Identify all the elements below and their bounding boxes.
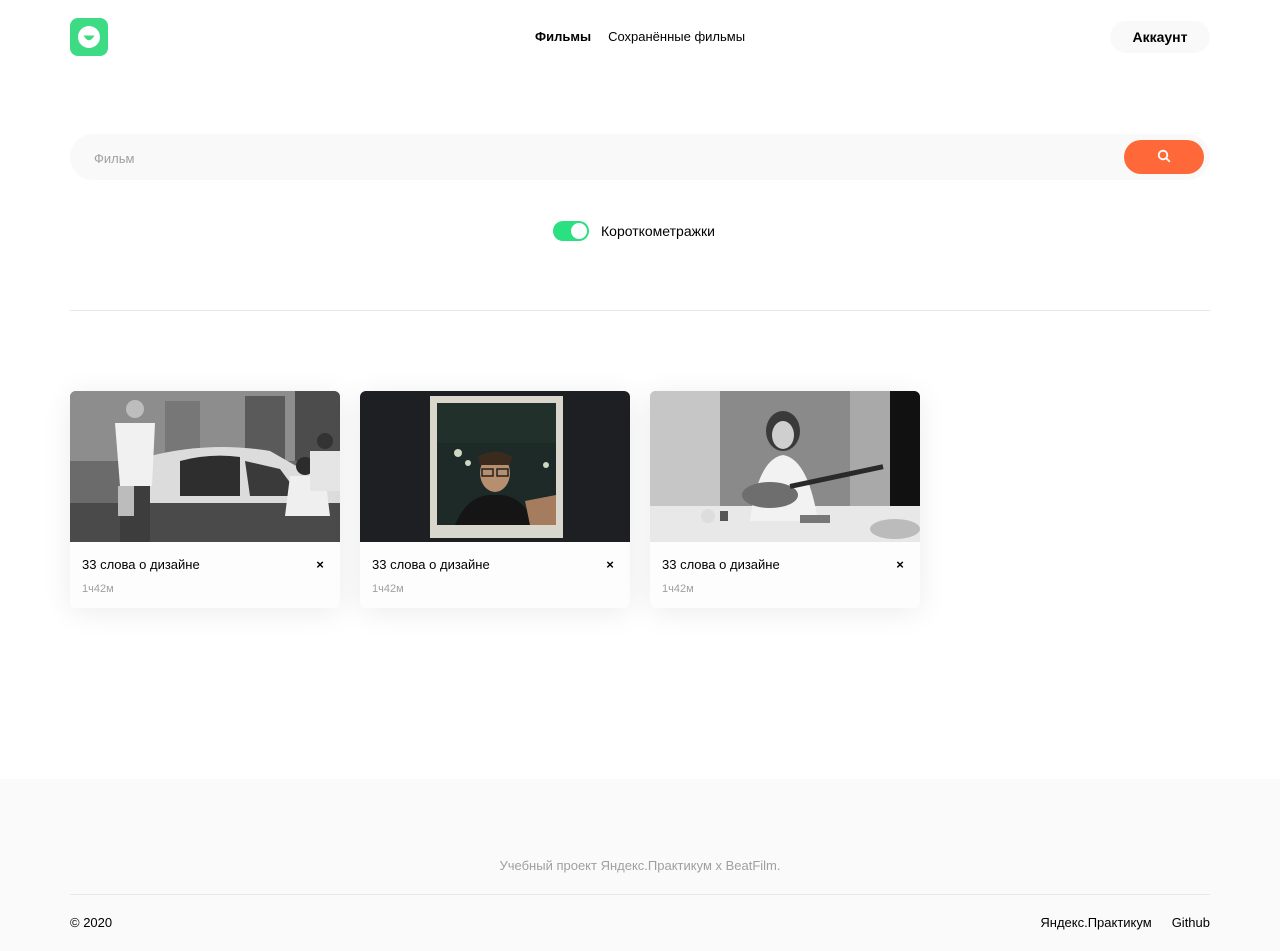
- movie-duration: 1ч42м: [82, 583, 114, 595]
- footer-link-yandex-practicum[interactable]: Яндекс.Практикум: [1040, 915, 1151, 931]
- smile-logo-icon[interactable]: [70, 18, 108, 56]
- remove-movie-button[interactable]: ×: [893, 556, 907, 574]
- movie-card[interactable]: 33 слова о дизайне × 1ч42м: [70, 391, 340, 608]
- movie-thumbnail: [70, 391, 340, 542]
- search-divider: [70, 310, 1210, 311]
- movie-card[interactable]: 33 слова о дизайне × 1ч42м: [360, 391, 630, 608]
- site-footer: Учебный проект Яндекс.Практикум х BeatFi…: [0, 779, 1280, 951]
- site-header: Фильмы Сохранённые фильмы Аккаунт: [0, 0, 1280, 74]
- movie-title: 33 слова о дизайне: [662, 557, 780, 572]
- movie-title: 33 слова о дизайне: [82, 557, 200, 572]
- nav-link-movies[interactable]: Фильмы: [535, 28, 591, 46]
- remove-movie-button[interactable]: ×: [603, 556, 617, 574]
- main-nav: Фильмы Сохранённые фильмы: [535, 28, 745, 46]
- movie-thumbnail: [360, 391, 630, 542]
- footer-copyright: © 2020: [70, 915, 113, 930]
- search-icon: [1157, 149, 1171, 166]
- footer-link-github[interactable]: Github: [1172, 915, 1210, 931]
- short-films-label: Короткометражки: [601, 223, 715, 239]
- movie-duration: 1ч42м: [372, 583, 404, 595]
- movie-duration: 1ч42м: [662, 583, 694, 595]
- short-films-toggle[interactable]: [553, 221, 589, 241]
- remove-movie-button[interactable]: ×: [313, 556, 327, 574]
- toggle-knob: [571, 223, 587, 239]
- footer-project-text: Учебный проект Яндекс.Практикум х BeatFi…: [499, 858, 781, 873]
- movie-thumbnail: [650, 391, 920, 542]
- search-form: [70, 134, 1210, 180]
- movie-card[interactable]: 33 слова о дизайне × 1ч42м: [650, 391, 920, 608]
- nav-link-saved-movies[interactable]: Сохранённые фильмы: [608, 28, 745, 46]
- footer-divider: [70, 894, 1210, 895]
- short-films-filter: Короткометражки: [553, 221, 715, 241]
- movie-title: 33 слова о дизайне: [372, 557, 490, 572]
- movies-card-list: 33 слова о дизайне × 1ч42м 33 слова о ди…: [70, 391, 920, 608]
- account-button[interactable]: Аккаунт: [1110, 21, 1210, 53]
- search-input[interactable]: [92, 146, 1096, 170]
- footer-links: Яндекс.Практикум Github: [1040, 915, 1210, 931]
- search-button[interactable]: [1124, 140, 1204, 174]
